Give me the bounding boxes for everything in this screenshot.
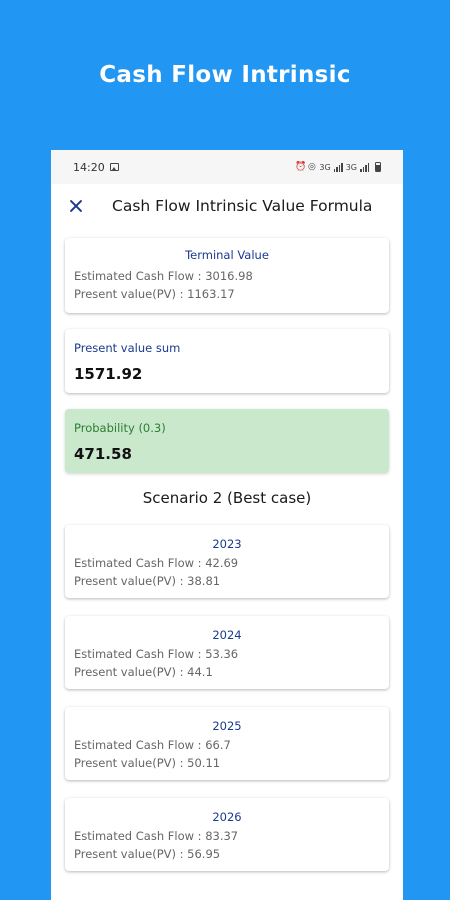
probability-value: 471.58 <box>74 445 132 463</box>
network-label-1: 3G <box>319 162 331 172</box>
status-time: 14:20 <box>73 160 105 174</box>
terminal-value-heading: Terminal Value <box>185 248 269 262</box>
year-present-value: Present value(PV) : 56.95 <box>74 847 221 861</box>
page-title: Cash Flow Intrinsic Value Formula <box>112 197 373 215</box>
year-card: 2024 Estimated Cash Flow : 53.36 Present… <box>65 616 389 689</box>
probability-label: Probability (0.3) <box>74 421 166 435</box>
alarm-icon: ⏰ <box>295 161 307 172</box>
year-card: 2026 Estimated Cash Flow : 83.37 Present… <box>65 798 389 871</box>
signal-icon <box>333 162 343 172</box>
network-label-2: 3G <box>345 162 357 172</box>
scenario-title: Scenario 2 (Best case) <box>142 489 312 507</box>
present-value-sum-value: 1571.92 <box>74 365 143 383</box>
year-present-value: Present value(PV) : 50.11 <box>74 756 221 770</box>
battery-icon <box>375 162 381 172</box>
close-icon[interactable] <box>67 197 85 215</box>
year-present-value: Present value(PV) : 44.1 <box>74 665 213 679</box>
year-present-value: Present value(PV) : 38.81 <box>74 574 221 588</box>
year-cash-flow: Estimated Cash Flow : 83.37 <box>74 829 239 843</box>
year-heading: 2025 <box>212 719 242 733</box>
year-card: 2023 Estimated Cash Flow : 42.69 Present… <box>65 525 389 598</box>
year-heading: 2024 <box>212 628 242 642</box>
year-heading: 2023 <box>212 537 242 551</box>
present-value-sum-label: Present value sum <box>74 341 181 355</box>
content: Terminal Value Estimated Cash Flow : 301… <box>51 228 403 871</box>
gallery-icon <box>109 163 119 171</box>
terminal-value-card: Terminal Value Estimated Cash Flow : 301… <box>65 238 389 313</box>
phone-screen: 14:20 ⏰ ◎ 3G 3G Cash Flow Intrinsic Valu… <box>51 150 403 900</box>
promo-title: Cash Flow Intrinsic <box>99 62 351 88</box>
app-bar: Cash Flow Intrinsic Value Formula <box>51 184 403 228</box>
status-bar: 14:20 ⏰ ◎ 3G 3G <box>51 150 403 184</box>
year-cash-flow: Estimated Cash Flow : 53.36 <box>74 647 239 661</box>
terminal-cash-flow: Estimated Cash Flow : 3016.98 <box>74 269 253 283</box>
year-cash-flow: Estimated Cash Flow : 66.7 <box>74 738 231 752</box>
year-card: 2025 Estimated Cash Flow : 66.7 Present … <box>65 707 389 780</box>
signal-icon <box>360 162 369 172</box>
terminal-present-value: Present value(PV) : 1163.17 <box>74 287 235 301</box>
year-heading: 2026 <box>212 810 242 824</box>
year-cash-flow: Estimated Cash Flow : 42.69 <box>74 556 239 570</box>
wifi-icon: ◎ <box>307 161 316 172</box>
present-value-sum-card: Present value sum 1571.92 <box>65 329 389 393</box>
probability-card: Probability (0.3) 471.58 <box>65 409 389 473</box>
